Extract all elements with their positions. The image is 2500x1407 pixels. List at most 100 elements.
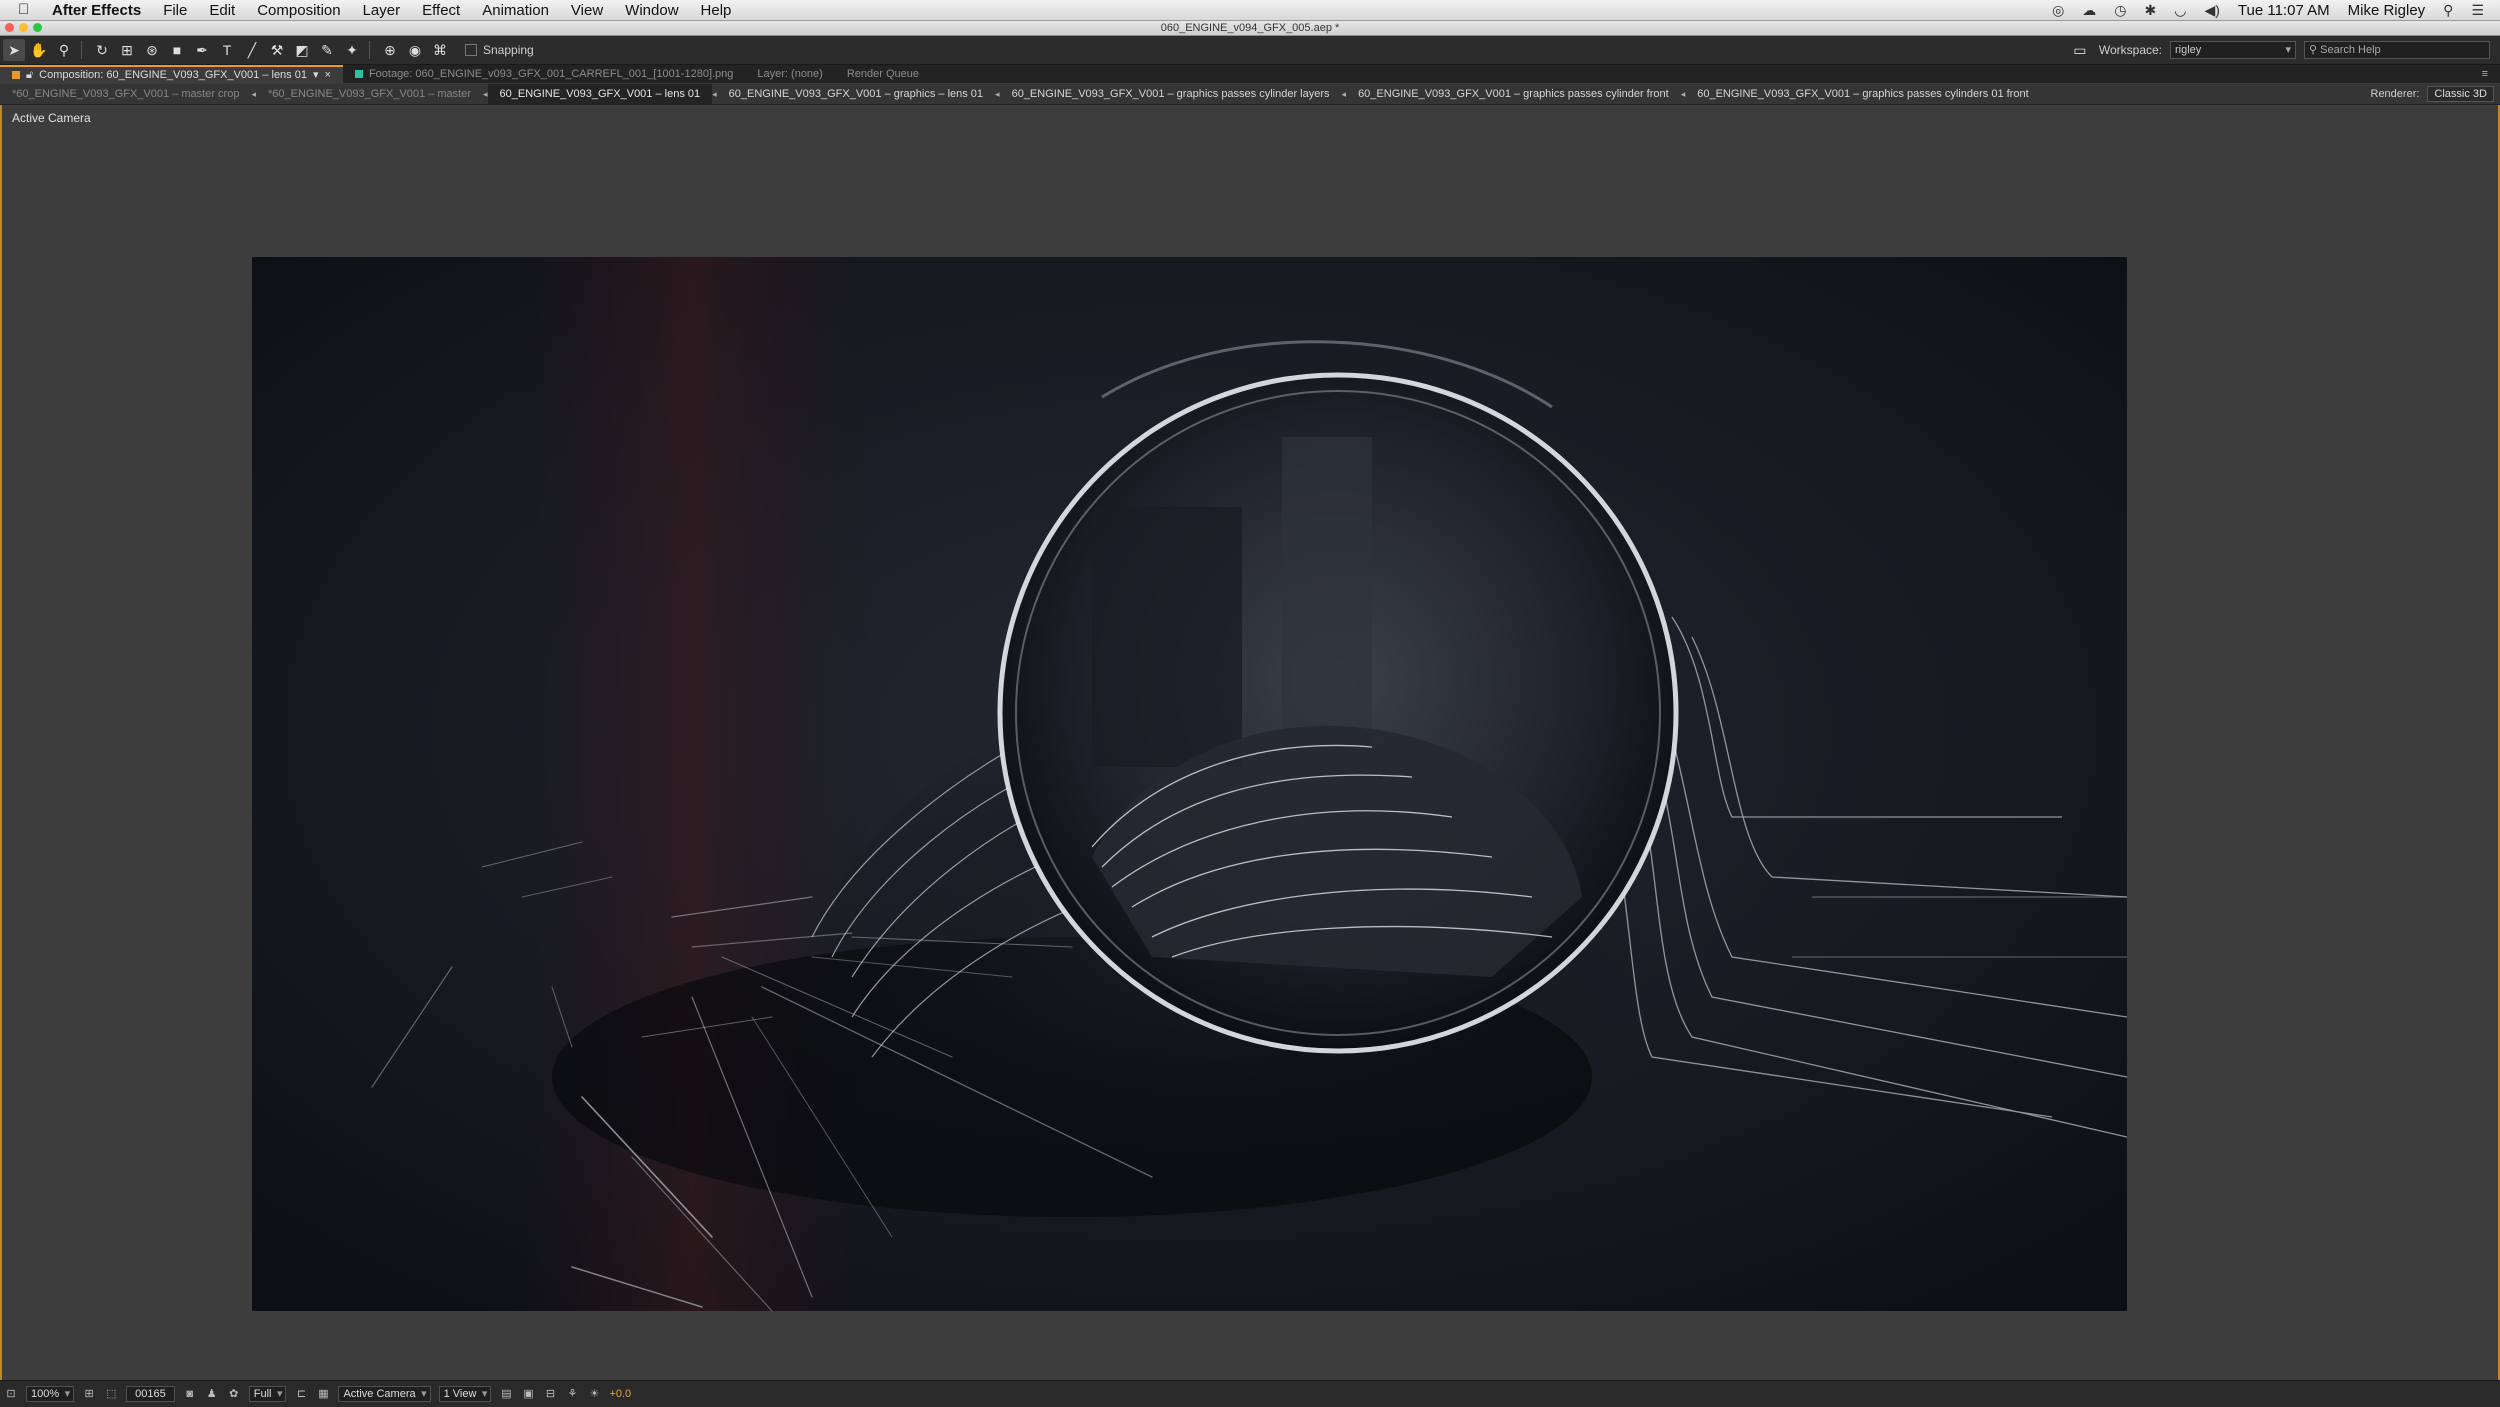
wifi-icon[interactable]: ◡ <box>2174 2 2186 19</box>
menu-effect[interactable]: Effect <box>422 2 460 19</box>
camera-tool-icon[interactable]: ⊞ <box>116 39 138 61</box>
workspace-label: Workspace: <box>2098 43 2162 57</box>
hand-tool-icon[interactable]: ✋ <box>28 39 50 61</box>
window-title: 060_ENGINE_v094_GFX_005.aep * <box>1160 22 1340 34</box>
tools-toolbar: ➤ ✋ ⚲ ↻ ⊞ ⊛ ■ ✒ T ╱ ⚒ ◩ ✎ ✦ ⊕ ◉ ⌘ Snappi… <box>0 36 2500 65</box>
bluetooth-icon[interactable]: ✱ <box>2145 2 2157 19</box>
tab-render-queue[interactable]: Render Queue <box>835 65 931 83</box>
comp-tab-graphics-lens-01[interactable]: 60_ENGINE_V093_GFX_V001 – graphics – len… <box>717 84 995 104</box>
brush-tool-icon[interactable]: ╱ <box>241 39 263 61</box>
menu-composition[interactable]: Composition <box>257 2 340 19</box>
window-title-bar: 060_ENGINE_v094_GFX_005.aep * <box>0 21 2500 36</box>
composition-viewer[interactable]: Active Camera <box>0 105 2500 1380</box>
composition-navigator: *60_ENGINE_V093_GFX_V001 – master crop ◂… <box>0 84 2500 105</box>
timeline-icon[interactable]: ⊟ <box>542 1386 558 1402</box>
lock-icon[interactable]: 🔓︎ <box>26 66 33 84</box>
menu-animation[interactable]: Animation <box>482 2 549 19</box>
type-tool-icon[interactable]: T <box>216 39 238 61</box>
menu-help[interactable]: Help <box>701 2 732 19</box>
creative-cloud-icon[interactable]: ◎ <box>2052 2 2064 19</box>
menu-edit[interactable]: Edit <box>209 2 235 19</box>
rectangle-tool-icon[interactable]: ■ <box>166 39 188 61</box>
user-name[interactable]: Mike Rigley <box>2348 2 2426 19</box>
always-preview-icon[interactable]: ⊡ <box>3 1386 19 1402</box>
world-axis-mode-icon[interactable]: ◉ <box>404 39 426 61</box>
apple-icon[interactable]:  <box>18 2 34 18</box>
show-snapshot-icon[interactable]: ♟ <box>204 1386 220 1402</box>
close-icon[interactable]: × <box>325 66 331 84</box>
zoom-window-icon[interactable] <box>33 23 42 32</box>
clone-stamp-tool-icon[interactable]: ⚒ <box>266 39 288 61</box>
tab-footage[interactable]: Footage: 060_ENGINE_v093_GFX_001_CARREFL… <box>343 65 745 83</box>
view-axis-mode-icon[interactable]: ⌘ <box>429 39 451 61</box>
comp-tab-cylinder-front[interactable]: 60_ENGINE_V093_GFX_V001 – graphics passe… <box>1346 84 1681 104</box>
time-machine-icon[interactable]: ◷ <box>2114 2 2126 19</box>
toolbar-divider <box>81 41 82 59</box>
cloud-icon[interactable]: ☁ <box>2082 2 2096 19</box>
puppet-tool-icon[interactable]: ✦ <box>341 39 363 61</box>
footage-color-swatch <box>354 70 363 78</box>
viewer-panel-tabs: 🔓︎ Composition: 60_ENGINE_V093_GFX_V001 … <box>0 65 2500 83</box>
search-help-placeholder: Search Help <box>2320 44 2381 56</box>
menu-bar:  After Effects File Edit Composition La… <box>0 0 2500 21</box>
fast-previews-icon[interactable]: ▣ <box>520 1386 536 1402</box>
comp-tab-lens-01[interactable]: 60_ENGINE_V093_GFX_V001 – lens 01 <box>487 84 713 104</box>
comp-tab-cylinders-01-front[interactable]: 60_ENGINE_V093_GFX_V001 – graphics passe… <box>1685 84 2040 104</box>
workspace-icon: ▭ <box>2073 42 2087 58</box>
roto-brush-tool-icon[interactable]: ✎ <box>316 39 338 61</box>
region-of-interest-icon[interactable]: ⊏ <box>293 1386 309 1402</box>
comp-tab-master[interactable]: *60_ENGINE_V093_GFX_V001 – master <box>256 84 483 104</box>
clock[interactable]: Tue 11:07 AM <box>2238 2 2330 19</box>
menu-window[interactable]: Window <box>625 2 678 19</box>
tab-composition-label: Composition: 60_ENGINE_V093_GFX_V001 – l… <box>39 69 307 81</box>
color-channel-icon[interactable]: ✿ <box>226 1386 242 1402</box>
notification-center-icon[interactable]: ☰ <box>2471 2 2484 19</box>
toolbar-divider <box>369 41 370 59</box>
close-window-icon[interactable] <box>5 23 14 32</box>
3d-view-dropdown[interactable]: Active Camera <box>338 1386 431 1402</box>
rotate-tool-icon[interactable]: ↻ <box>91 39 113 61</box>
spotlight-search-icon[interactable]: ⚲ <box>2443 2 2453 19</box>
tab-layer[interactable]: Layer: (none) <box>745 65 834 83</box>
magnification-dropdown[interactable]: 100% <box>26 1386 75 1402</box>
chevron-down-icon[interactable]: ▾ <box>313 66 319 84</box>
exposure-value[interactable]: +0.0 <box>609 1388 631 1400</box>
flowchart-icon[interactable]: ⚘ <box>564 1386 580 1402</box>
resolution-dropdown[interactable]: Full <box>248 1386 287 1402</box>
comp-tab-cylinder-layers[interactable]: 60_ENGINE_V093_GFX_V001 – graphics passe… <box>1000 84 1342 104</box>
safe-margins-icon[interactable]: ⊞ <box>81 1386 97 1402</box>
current-frame-field[interactable]: 00165 <box>126 1386 175 1402</box>
sphere-interior-wall <box>1092 507 1242 767</box>
selection-tool-icon[interactable]: ➤ <box>3 39 25 61</box>
snapping-label: Snapping <box>483 43 534 57</box>
minimize-window-icon[interactable] <box>19 23 28 32</box>
composition-color-swatch <box>12 71 20 79</box>
tab-composition[interactable]: 🔓︎ Composition: 60_ENGINE_V093_GFX_V001 … <box>0 65 343 83</box>
transparency-grid-icon[interactable]: ▦ <box>315 1386 331 1402</box>
mask-visibility-icon[interactable]: ⬚ <box>103 1386 119 1402</box>
pen-tool-icon[interactable]: ✒ <box>191 39 213 61</box>
local-axis-mode-icon[interactable]: ⊕ <box>379 39 401 61</box>
eraser-tool-icon[interactable]: ◩ <box>291 39 313 61</box>
tab-footage-label: Footage: 060_ENGINE_v093_GFX_001_CARREFL… <box>368 68 734 80</box>
menu-layer[interactable]: Layer <box>363 2 401 19</box>
comp-tab-master-crop[interactable]: *60_ENGINE_V093_GFX_V001 – master crop <box>0 84 251 104</box>
view-layout-dropdown[interactable]: 1 View <box>438 1386 492 1402</box>
app-menu[interactable]: After Effects <box>52 2 141 19</box>
renderer-dropdown[interactable]: Classic 3D <box>2427 86 2494 102</box>
snapshot-camera-icon[interactable]: ◙ <box>182 1386 198 1402</box>
volume-icon[interactable]: ◀) <box>2204 2 2219 19</box>
workspace-dropdown[interactable]: rigley <box>2170 41 2296 59</box>
panel-menu-icon[interactable]: ≡ <box>2482 68 2500 80</box>
pixel-aspect-icon[interactable]: ▤ <box>498 1386 514 1402</box>
search-help-input[interactable]: ⚲ Search Help <box>2304 41 2490 59</box>
exposure-reset-icon[interactable]: ☀ <box>586 1386 602 1402</box>
menu-file[interactable]: File <box>163 2 187 19</box>
menu-view[interactable]: View <box>571 2 603 19</box>
composition-frame[interactable] <box>252 257 2127 1311</box>
viewer-controls: ⊡ 100% ⊞ ⬚ 00165 ◙ ♟ ✿ Full ⊏ ▦ Active C… <box>0 1380 2500 1407</box>
pan-behind-tool-icon[interactable]: ⊛ <box>141 39 163 61</box>
active-camera-label: Active Camera <box>12 111 91 125</box>
zoom-tool-icon[interactable]: ⚲ <box>53 39 75 61</box>
snapping-checkbox[interactable] <box>465 44 477 56</box>
